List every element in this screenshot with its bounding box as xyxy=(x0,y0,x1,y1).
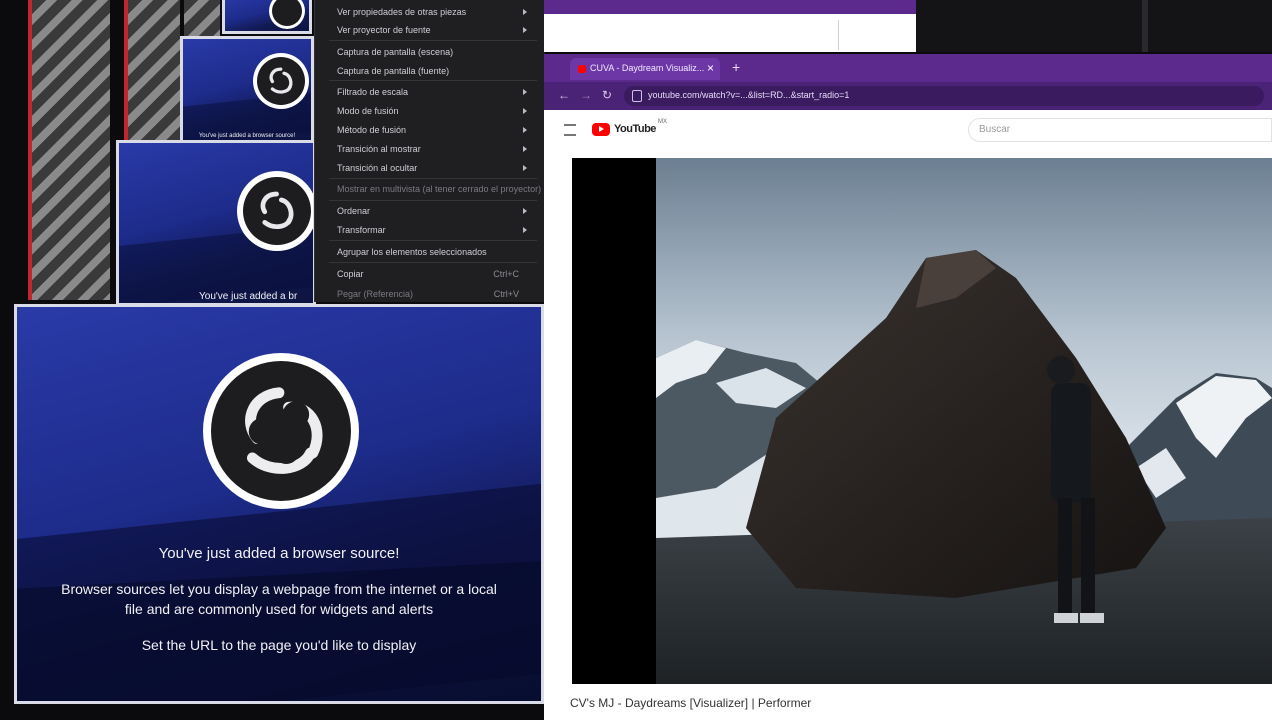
menu-item-label: Modo de fusión xyxy=(337,106,399,116)
context-menu-item[interactable]: Transición al ocultar xyxy=(337,160,533,176)
medium-panel-caption: You've just added a br xyxy=(199,291,298,302)
obs-preview-small: You've just added a browser source! xyxy=(180,36,314,144)
submenu-arrow-icon xyxy=(523,165,527,171)
context-menu-item[interactable]: Filtrado de escala xyxy=(337,84,533,100)
background-window-top xyxy=(544,0,916,52)
submenu-arrow-icon xyxy=(523,127,527,133)
obs-preview-tiny xyxy=(222,0,312,34)
context-menu-item[interactable]: Captura de pantalla (fuente) xyxy=(337,63,533,79)
browser-address-bar: ← → ↻ youtube.com/watch?v=...&list=RD...… xyxy=(544,82,1272,110)
back-arrow-icon[interactable]: ← xyxy=(558,88,570,102)
obs-logo-icon xyxy=(269,0,305,29)
youtube-region: MX xyxy=(658,119,667,125)
source-context-menu: Ver propiedades de otras piezas Ver proye… xyxy=(314,0,545,302)
menu-separator xyxy=(329,240,537,241)
context-menu-item[interactable]: Ver proyector de fuente xyxy=(337,22,533,38)
menu-item-label: Método de fusión xyxy=(337,125,407,135)
hazard-stripes-1 xyxy=(32,0,110,300)
tab-title: CUVA - Daydream Visualiz... xyxy=(590,63,705,73)
menu-item-label: Ver propiedades de otras piezas xyxy=(337,7,467,17)
menu-separator xyxy=(329,178,537,179)
reload-icon[interactable]: ↻ xyxy=(602,88,612,102)
video-title: CV's MJ - Daydreams [Visualizer] | Perfo… xyxy=(570,696,812,710)
menu-item-label: Pegar (Referencia) xyxy=(337,289,414,299)
browser-source-body-2: file and are commonly used for widgets a… xyxy=(124,601,434,617)
submenu-arrow-icon xyxy=(523,108,527,114)
obs-preview-medium: You've just added a br xyxy=(116,140,316,306)
menu-item-label: Filtrado de escala xyxy=(337,87,409,97)
context-menu-item[interactable]: Método de fusión xyxy=(337,122,533,138)
menu-separator xyxy=(329,40,537,41)
submenu-arrow-icon xyxy=(523,27,527,33)
video-player[interactable] xyxy=(572,158,1272,684)
menu-item-label: Captura de pantalla (escena) xyxy=(337,47,454,57)
forward-arrow-icon[interactable]: → xyxy=(580,88,592,102)
obs-logo-icon xyxy=(253,53,309,109)
browser-source-instruction: Set the URL to the page you'd like to di… xyxy=(141,637,417,653)
context-menu-item[interactable]: Copiar Ctrl+C xyxy=(337,266,533,282)
context-menu-item[interactable]: Modo de fusión xyxy=(337,103,533,119)
menu-item-label: Transición al ocultar xyxy=(337,163,418,173)
youtube-search-input[interactable]: Buscar xyxy=(968,118,1272,142)
menu-shortcut: Ctrl+V xyxy=(493,289,519,299)
menu-hamburger-icon[interactable] xyxy=(564,124,576,136)
context-menu-item[interactable]: Ver propiedades de otras piezas xyxy=(337,4,533,20)
hazard-stripes-2 xyxy=(128,0,180,140)
tab-youtube[interactable]: CUVA - Daydream Visualiz... × xyxy=(570,58,720,80)
new-tab-button[interactable]: + xyxy=(732,59,740,75)
context-menu-item[interactable]: Mostrar en multivista (al tener cerrado … xyxy=(337,181,541,197)
tab-favicon-icon xyxy=(578,65,586,73)
obs-browser-source-panel: You've just added a browser source! Brow… xyxy=(14,304,544,704)
menu-item-label: Ver proyector de fuente xyxy=(337,25,431,35)
context-menu-item[interactable]: Agrupar los elementos seleccionados xyxy=(337,244,533,260)
browser-source-heading: You've just added a browser source! xyxy=(158,545,400,562)
background-window-dark xyxy=(916,0,1272,52)
menu-separator xyxy=(329,200,537,201)
url-text: youtube.com/watch?v=...&list=RD...&start… xyxy=(648,90,850,100)
video-frame-mountain xyxy=(656,158,1272,684)
obs-logo-icon xyxy=(237,171,313,251)
search-placeholder: Buscar xyxy=(979,124,1011,135)
site-info-icon[interactable] xyxy=(632,90,642,102)
browser-source-body-1: Browser sources let you display a webpag… xyxy=(61,581,497,597)
url-field[interactable]: youtube.com/watch?v=...&list=RD...&start… xyxy=(624,86,1264,106)
youtube-logo-text: YouTube xyxy=(614,123,656,135)
context-menu-item[interactable]: Pegar (Referencia) Ctrl+V xyxy=(337,286,533,302)
small-panel-caption: You've just added a browser source! xyxy=(198,133,296,139)
menu-separator xyxy=(329,262,537,263)
context-menu-item[interactable]: Transformar xyxy=(337,222,533,238)
menu-item-label: Captura de pantalla (fuente) xyxy=(337,66,450,76)
menu-shortcut: Ctrl+C xyxy=(493,269,519,279)
menu-separator xyxy=(329,80,537,81)
context-menu-item[interactable]: Captura de pantalla (escena) xyxy=(337,44,533,60)
context-menu-item[interactable]: Ordenar xyxy=(337,203,533,219)
submenu-arrow-icon xyxy=(523,227,527,233)
tab-close-icon[interactable]: × xyxy=(707,61,714,75)
menu-item-label: Mostrar en multivista (al tener cerrado … xyxy=(337,184,542,194)
submenu-arrow-icon xyxy=(523,146,527,152)
menu-item-label: Ordenar xyxy=(337,206,371,216)
hazard-stripes-3 xyxy=(184,0,220,36)
submenu-arrow-icon xyxy=(523,9,527,15)
obs-logo-icon xyxy=(203,353,359,509)
submenu-arrow-icon xyxy=(523,208,527,214)
menu-item-label: Copiar xyxy=(337,269,364,279)
context-menu-item[interactable]: Transición al mostrar xyxy=(337,141,533,157)
browser-tab-bar: CUVA - Daydream Visualiz... × + xyxy=(544,54,1272,82)
youtube-page: YouTube MX Buscar CV's MJ - Daydreams [V… xyxy=(544,110,1272,720)
submenu-arrow-icon xyxy=(523,89,527,95)
menu-item-label: Agrupar los elementos seleccionados xyxy=(337,247,487,257)
menu-item-label: Transición al mostrar xyxy=(337,144,421,154)
menu-item-label: Transformar xyxy=(337,225,386,235)
